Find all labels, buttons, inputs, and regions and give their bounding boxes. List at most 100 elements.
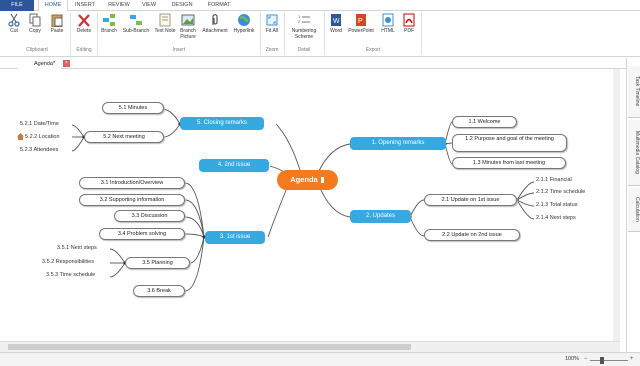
zoom-slider[interactable]: [590, 360, 628, 361]
leaf-financial[interactable]: 2.1.1 Financial: [536, 177, 572, 183]
text-note-button[interactable]: Text Note: [154, 13, 176, 34]
pdf-icon: [403, 13, 415, 27]
ribbon: Cut Copy Paste Clipboard Delete Editing …: [0, 11, 640, 57]
leaf-date-time[interactable]: 5.2.1 Date/Time: [20, 121, 59, 127]
fit-all-button[interactable]: Fit All: [262, 13, 282, 34]
group-clipboard-label: Clipboard: [26, 47, 48, 53]
paste-button[interactable]: Paste: [46, 13, 68, 34]
group-insert-label: Insert: [172, 47, 186, 53]
horizontal-scrollbar[interactable]: [0, 341, 620, 352]
zoom-level: 100%: [565, 356, 580, 362]
tab-review[interactable]: REVIEW: [104, 0, 134, 11]
numbering-scheme-button[interactable]: 12 Numbering Scheme: [286, 13, 322, 40]
leaf-total-status[interactable]: 2.1.3 Total status: [536, 202, 577, 208]
zoom-slider-handle[interactable]: [600, 357, 604, 364]
group-zoom-label: Zoom: [265, 47, 279, 53]
tab-insert[interactable]: INSERT: [70, 0, 100, 11]
word-icon: W: [331, 14, 341, 26]
document-tab-bar: Agenda* ×: [0, 58, 640, 69]
mindmap-canvas[interactable]: [0, 69, 620, 352]
subtopic-supporting-information[interactable]: 3.2 Supporting information: [79, 194, 185, 206]
hyperlink-button[interactable]: Hyperlink: [230, 13, 258, 34]
subtopic-update-2nd-issue[interactable]: 2.2 Update on 2nd issue: [424, 229, 520, 241]
numbering-icon: 12: [298, 14, 310, 24]
word-label: Word: [330, 28, 342, 34]
branch-opening-remarks[interactable]: 1. Opening remarks: [350, 137, 446, 150]
subtopic-update-1st-issue[interactable]: 2.1 Update on 1st issue: [424, 194, 517, 206]
vertical-scrollbar[interactable]: [613, 69, 620, 341]
subtopic-discussion[interactable]: 3.3 Discussion: [114, 210, 185, 222]
subtopic-problem-solving[interactable]: 3.4 Problem solving: [99, 228, 185, 240]
leaf-attendees[interactable]: 5.2.3 Attendees: [20, 147, 58, 153]
fit-all-icon: [266, 14, 278, 26]
subtopic-minutes[interactable]: 5.1 Minutes: [102, 102, 164, 114]
leaf-next-steps[interactable]: 2.1.4 Next steps: [536, 215, 576, 221]
delete-icon: [78, 14, 90, 27]
sub-branch-button[interactable]: Sub-Branch: [119, 13, 153, 34]
branch-closing-remarks[interactable]: 5. Closing remarks: [180, 117, 264, 130]
subtopic-break[interactable]: 3.6 Break: [133, 285, 185, 297]
subtopic-planning[interactable]: 3.5 Planning: [125, 257, 190, 269]
central-topic-label: Agenda: [290, 175, 318, 184]
export-html-button[interactable]: HTML: [377, 13, 399, 34]
export-powerpoint-button[interactable]: P PowerPoint: [346, 13, 376, 34]
central-topic[interactable]: Agenda: [277, 170, 338, 190]
tab-design[interactable]: DESIGN: [166, 0, 198, 11]
subtopic-purpose-goal[interactable]: 1.2 Purpose and goal of the meeting: [452, 134, 567, 152]
leaf-time-schedule[interactable]: 3.5.3 Time schedule: [46, 272, 95, 278]
branch-2nd-issue[interactable]: 4. 2nd issue: [199, 159, 269, 172]
home-icon: [17, 133, 24, 140]
zoom-in-icon[interactable]: +: [630, 356, 634, 362]
group-detail-label: Detail: [297, 47, 311, 53]
horizontal-scroll-thumb[interactable]: [8, 344, 411, 350]
subtopic-next-meeting[interactable]: 5.2 Next meeting: [84, 131, 164, 143]
priority-icon: [320, 177, 324, 184]
paste-label: Paste: [50, 28, 64, 34]
delete-label: Delete: [76, 28, 92, 34]
cut-button[interactable]: Cut: [4, 13, 24, 34]
note-icon: [159, 13, 171, 27]
fit-all-label: Fit All: [265, 28, 279, 34]
powerpoint-icon: P: [356, 14, 366, 26]
delete-button[interactable]: Delete: [73, 13, 95, 34]
branch-picture-label: Branch Picture: [180, 28, 196, 40]
tab-task-timeline[interactable]: Task Timeline: [628, 66, 640, 118]
sub-branch-label: Sub-Branch: [122, 28, 150, 34]
attachment-label: Attachment: [202, 28, 228, 34]
side-panel: Task Timeline Multimedia Catalog Calcula…: [626, 58, 640, 352]
copy-button[interactable]: Copy: [25, 13, 45, 34]
export-pdf-button[interactable]: PDF: [399, 13, 419, 34]
branch-updates[interactable]: 2. Updates: [350, 210, 411, 223]
subtopic-introduction-overview[interactable]: 3.1 Introduction/Overview: [79, 177, 185, 189]
paperclip-icon: [212, 13, 218, 25]
attachment-button[interactable]: Attachment: [200, 13, 230, 34]
branch-icon: [103, 14, 115, 26]
status-bar: 100% − +: [0, 352, 640, 366]
svg-text:2: 2: [298, 19, 301, 24]
zoom-out-icon[interactable]: −: [584, 356, 588, 362]
subtopic-minutes-last-meeting[interactable]: 1.3 Minutes from last meeting: [452, 157, 566, 169]
tab-multimedia-catalog[interactable]: Multimedia Catalog: [628, 120, 640, 186]
subtopic-welcome[interactable]: 1.1 Welcome: [452, 116, 517, 128]
paste-icon: [51, 14, 63, 27]
close-tab-icon[interactable]: ×: [63, 60, 70, 67]
document-tab-agenda[interactable]: Agenda*: [18, 59, 62, 69]
leaf-responsibilities[interactable]: 3.5.2 Responsibilities: [42, 259, 94, 265]
tab-view[interactable]: VIEW: [136, 0, 162, 11]
leaf-time-schedule[interactable]: 2.1.2 Time schedule: [536, 189, 585, 195]
sub-branch-icon: [130, 15, 142, 25]
branch-1st-issue[interactable]: 3. 1st issue: [205, 231, 265, 244]
tab-file[interactable]: FILE: [0, 0, 34, 11]
leaf-next-steps[interactable]: 3.5.1 Next steps: [57, 245, 97, 251]
ribbon-separator: [324, 13, 325, 55]
tab-calculation[interactable]: Calculation: [628, 188, 640, 232]
hyperlink-label: Hyperlink: [233, 28, 255, 34]
tab-format[interactable]: FORMAT: [202, 0, 236, 11]
branch-button[interactable]: Branch: [99, 13, 119, 34]
ribbon-tab-bar: FILE HOME INSERT REVIEW VIEW DESIGN FORM…: [0, 0, 640, 12]
leaf-location[interactable]: 5.2.2 Location: [25, 134, 60, 140]
branch-picture-button[interactable]: Branch Picture: [175, 13, 201, 40]
export-word-button[interactable]: W Word: [326, 13, 346, 34]
html-icon: [382, 13, 394, 27]
branch-label: Branch: [101, 28, 117, 34]
